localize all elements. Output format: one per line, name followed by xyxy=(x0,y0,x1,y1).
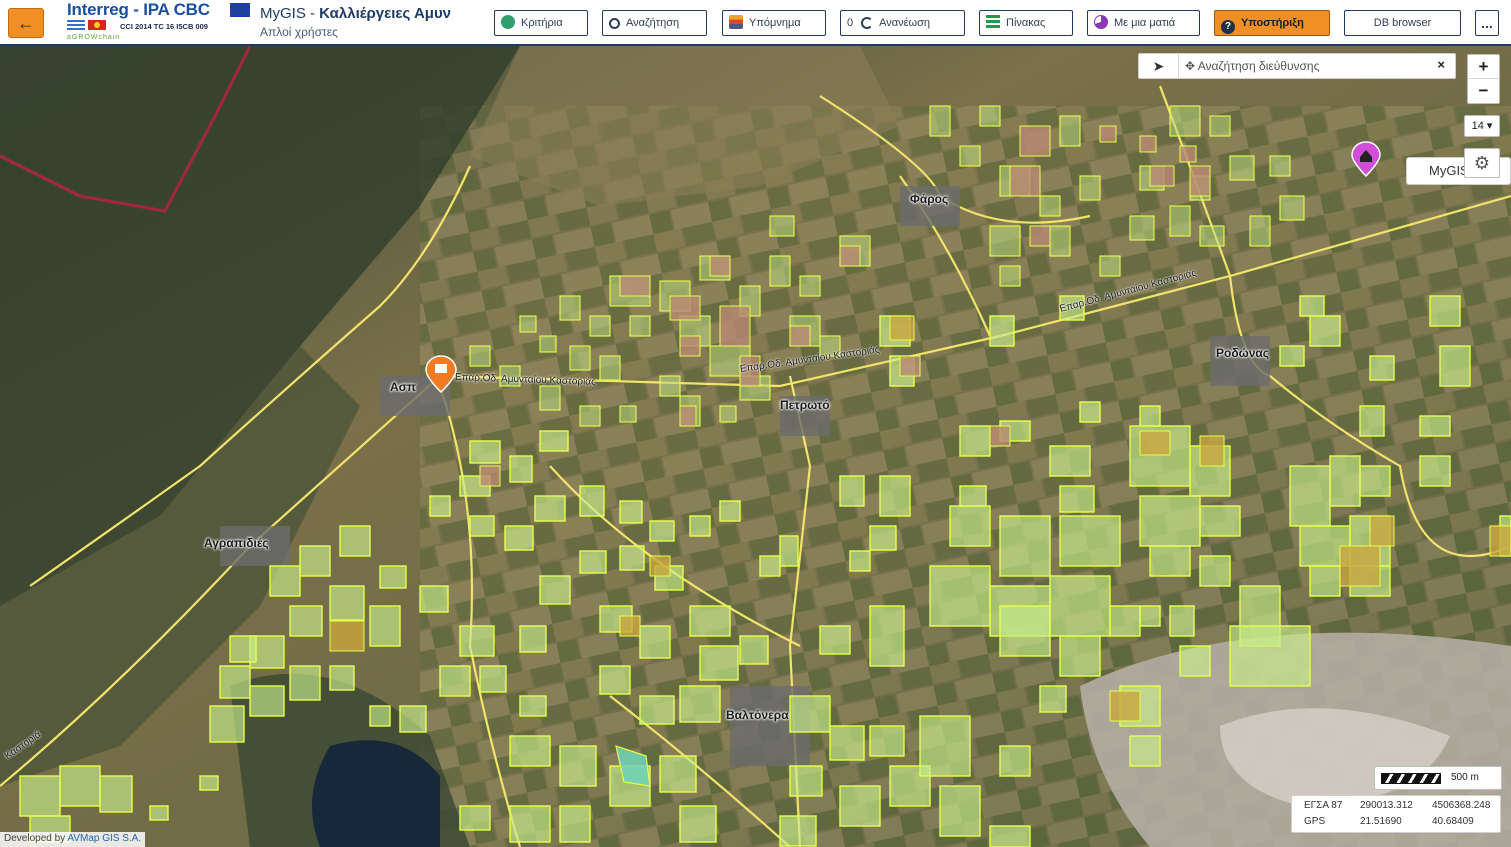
page-subtitle: Απλοί χρήστες xyxy=(260,25,338,39)
more-button[interactable]: ... xyxy=(1475,10,1499,36)
credit-link[interactable]: AVMap GIS S.A. xyxy=(67,833,141,844)
arrow-left-icon: ← xyxy=(17,13,35,33)
brand-code: CCI 2014 TC 16 I5CB 009 xyxy=(120,22,208,31)
page-title: MyGIS - Καλλιέργειες Αμυν xyxy=(260,5,451,22)
scale-bar-graphic xyxy=(1381,773,1441,784)
db-browser-button[interactable]: DB browser xyxy=(1344,10,1461,36)
help-icon: ? xyxy=(1221,20,1235,34)
brand-sub: aGROWchain xyxy=(67,34,121,41)
navigation-arrow-icon[interactable]: ➤ xyxy=(1139,54,1179,78)
crs1-y: 4506368.248 xyxy=(1432,800,1491,811)
address-search-input[interactable] xyxy=(1183,56,1423,76)
north-macedonia-flag-icon xyxy=(88,20,106,30)
eu-flag-icon xyxy=(230,3,250,17)
map-canvas[interactable]: Ασπ Πετρωτό Ροδώνας Αγραπιδιές Βαλτόνερα… xyxy=(0,46,1511,847)
at-a-glance-button[interactable]: Με μια ματιά xyxy=(1087,10,1200,36)
pie-chart-icon xyxy=(1094,15,1108,29)
table-label: Πίνακας xyxy=(1006,17,1046,29)
interreg-logo: Interreg - IPA CBC CCI 2014 TC 16 I5CB 0… xyxy=(64,0,254,46)
at-a-glance-label: Με μια ματιά xyxy=(1114,17,1176,29)
place-label-rodonas: Ροδώνας xyxy=(1216,346,1270,360)
support-button[interactable]: ? Υποστήριξη xyxy=(1214,10,1330,36)
satellite-basemap xyxy=(0,46,1511,847)
country-flags xyxy=(67,20,107,30)
page-title-prefix: MyGIS - xyxy=(260,5,320,22)
greece-flag-icon xyxy=(67,20,85,30)
crs2-y: 40.68409 xyxy=(1432,816,1474,827)
crs1-name: ΕΓΣΑ 87 xyxy=(1304,800,1343,811)
credit-prefix: Developed by xyxy=(4,833,68,844)
place-label-faros: Φάρος xyxy=(910,192,949,206)
criteria-button[interactable]: Κριτήρια xyxy=(494,10,588,36)
scale-bar: 500 m xyxy=(1374,766,1502,790)
page-title-bold: Καλλιέργειες Αμυν xyxy=(319,5,452,22)
gear-icon[interactable]: ⚙ xyxy=(1464,148,1500,178)
refresh-button[interactable]: 0 Ανανέωση xyxy=(840,10,965,36)
criteria-label: Κριτήρια xyxy=(521,17,563,29)
search-button[interactable]: Αναζήτηση xyxy=(602,10,707,36)
search-label: Αναζήτηση xyxy=(626,17,680,29)
zoom-out-button[interactable]: − xyxy=(1468,79,1499,103)
criteria-icon xyxy=(501,15,515,29)
address-search: ➤ × xyxy=(1138,53,1456,79)
layers-icon xyxy=(729,15,743,29)
clear-search-button[interactable]: × xyxy=(1437,57,1445,72)
app-header: ← Interreg - IPA CBC CCI 2014 TC 16 I5CB… xyxy=(0,0,1511,46)
place-label-agrapidies: Αγραπιδιές xyxy=(204,536,269,550)
refresh-count: 0 xyxy=(847,17,854,29)
zoom-control: + − xyxy=(1467,54,1500,104)
scale-bar-label: 500 m xyxy=(1451,772,1479,783)
legend-button[interactable]: Υπόμνημα xyxy=(722,10,826,36)
refresh-label: Ανανέωση xyxy=(879,17,931,29)
crs1-x: 290013.312 xyxy=(1360,800,1413,811)
place-label-asprogeia: Ασπ xyxy=(390,380,417,394)
zoom-level-select[interactable]: 14 ▾ xyxy=(1464,115,1500,137)
table-icon xyxy=(986,15,1000,29)
legend-label: Υπόμνημα xyxy=(749,17,801,29)
crs2-name: GPS xyxy=(1304,816,1326,827)
place-label-petroto: Πετρωτό xyxy=(780,398,830,412)
support-label: Υποστήριξη xyxy=(1241,17,1304,29)
table-button[interactable]: Πίνακας xyxy=(979,10,1073,36)
refresh-icon xyxy=(861,17,874,29)
back-button[interactable]: ← xyxy=(8,8,44,38)
place-label-valtonera: Βαλτόνερα xyxy=(726,708,789,722)
zoom-in-button[interactable]: + xyxy=(1468,55,1499,79)
crs2-x: 21.51690 xyxy=(1360,816,1402,827)
search-icon xyxy=(609,18,620,29)
coordinates-panel: ΕΓΣΑ 87 290013.312 4506368.248 GPS 21.51… xyxy=(1291,795,1501,833)
brand-title: Interreg - IPA CBC xyxy=(67,0,210,19)
credit-footer: Developed by AVMap GIS S.A. xyxy=(0,832,146,847)
